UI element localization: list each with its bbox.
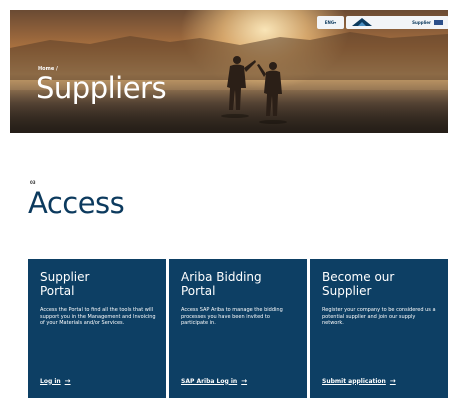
arrow-right-icon: → <box>64 377 71 385</box>
section-number: 03 <box>30 180 36 185</box>
supplier-menu[interactable]: Supplier <box>412 20 443 25</box>
chevron-down-icon: ▾ <box>334 20 337 25</box>
card-description: Register your company to be considered u… <box>322 307 436 326</box>
card-title: Supplier Portal <box>40 270 90 298</box>
card-title: Ariba Bidding Portal <box>181 270 262 298</box>
flag-icon <box>434 20 443 25</box>
card-supplier-portal: Supplier Portal Access the Portal to fin… <box>28 259 166 398</box>
hero-banner: ENG ▾ Supplier Home / Suppliers <box>10 10 448 133</box>
card-title: Become our Supplier <box>322 270 395 298</box>
sap-ariba-log-in-link[interactable]: SAP Ariba Log in → <box>181 377 247 385</box>
log-in-link[interactable]: Log in → <box>40 377 71 385</box>
arrow-right-icon: → <box>389 377 396 385</box>
company-logo-icon <box>352 18 372 26</box>
arrow-right-icon: → <box>241 377 248 385</box>
card-ariba-bidding-portal: Ariba Bidding Portal Access SAP Ariba to… <box>169 259 307 398</box>
supplier-label: Supplier <box>412 20 431 25</box>
section-title: Access <box>28 186 125 220</box>
language-selector[interactable]: ENG ▾ <box>317 16 344 29</box>
page-title: Suppliers <box>36 71 167 105</box>
language-label: ENG <box>324 20 335 25</box>
submit-application-link[interactable]: Submit application → <box>322 377 396 385</box>
hero-figures-illustration <box>221 56 287 124</box>
header-logo-bar[interactable]: Supplier <box>346 16 448 29</box>
card-become-supplier: Become our Supplier Register your compan… <box>310 259 448 398</box>
card-description: Access the Portal to find all the tools … <box>40 307 156 326</box>
card-description: Access SAP Ariba to manage the bidding p… <box>181 307 283 326</box>
